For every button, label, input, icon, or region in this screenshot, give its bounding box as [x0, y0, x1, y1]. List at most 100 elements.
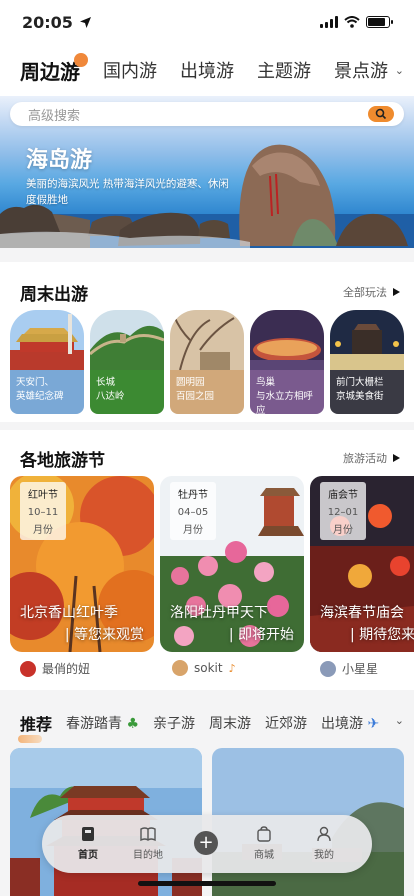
festival-tagline: | 期待您来 — [350, 627, 414, 643]
festival-card[interactable]: 红叶节 10–11 月份 北京香山红叶季 | 等您来观赏 — [10, 476, 154, 652]
weekend-card[interactable]: 天安门、 英雄纪念碑 — [10, 310, 84, 414]
tab-recommend[interactable]: 推荐 — [17, 711, 52, 743]
weekend-card-caption: 鸟巢 与水立方相呼应 — [250, 370, 324, 414]
triangle-right-icon — [393, 288, 400, 296]
nav-profile[interactable]: 我的 — [294, 825, 354, 861]
tab-attractions[interactable]: 景点游 — [334, 57, 388, 83]
tab-theme[interactable]: 主题游 — [257, 57, 311, 83]
tab-outbound[interactable]: 出境游 — [180, 57, 234, 83]
search-icon — [375, 108, 387, 120]
nav-label: 首页 — [78, 850, 98, 861]
tab-label: 周边游 — [20, 59, 80, 84]
location-arrow-icon — [79, 16, 91, 28]
festival-more-link[interactable]: 旅游活动 — [343, 450, 400, 466]
airplane-icon: ✈ — [367, 716, 380, 732]
card-line2: 百园之园 — [176, 391, 215, 402]
card-line1: 前门大栅栏 — [336, 377, 384, 388]
festival-unit: 月份 — [183, 525, 203, 536]
weekend-card-caption: 长城 八达岭 — [90, 370, 164, 414]
weekend-card-caption: 前门大栅栏 京城美食街 — [330, 370, 404, 414]
festival-date-tag: 红叶节 10–11 月份 — [20, 482, 66, 540]
tiananmen-image — [10, 310, 84, 370]
festival-unit: 月份 — [333, 525, 353, 536]
nav-destination[interactable]: 目的地 — [118, 825, 178, 861]
festival-title: 北京香山红叶季 — [20, 605, 118, 621]
festival-name: 庙会节 — [328, 490, 358, 501]
home-indicator — [138, 881, 276, 886]
weekend-card[interactable]: 前门大栅栏 京城美食街 — [330, 310, 404, 414]
chevron-down-icon[interactable]: ⌄ — [395, 64, 404, 77]
tab-domestic[interactable]: 国内游 — [103, 57, 157, 83]
avatar — [20, 660, 36, 677]
search-button[interactable] — [368, 106, 394, 122]
person-icon — [317, 826, 331, 842]
more-label: 全部玩法 — [343, 286, 387, 299]
yuanmingyuan-image — [170, 310, 244, 370]
tab-family[interactable]: 亲子游 — [153, 713, 195, 733]
festival-section-title: 各地旅游节 — [20, 451, 105, 471]
home-icon — [82, 827, 94, 841]
card-line2: 八达岭 — [96, 391, 125, 402]
battery-icon — [366, 16, 393, 28]
tab-weekend[interactable]: 周末游 — [209, 713, 251, 733]
festival-card[interactable]: 牡丹节 04–05 月份 洛阳牡丹甲天下 | 即将开始 — [160, 476, 304, 652]
festival-dates: 12–01 — [327, 507, 359, 518]
signal-icon — [320, 16, 338, 28]
card-line2: 京城美食街 — [336, 391, 384, 402]
card-line2: 英雄纪念碑 — [16, 391, 64, 402]
bag-icon — [257, 826, 271, 842]
weekend-card[interactable]: 长城 八达岭 — [90, 310, 164, 414]
nav-label: 我的 — [314, 850, 334, 861]
weekend-card-caption: 圆明园 百园之园 — [170, 370, 244, 414]
festival-author[interactable]: 最俏的妞 — [20, 660, 90, 677]
nav-mall[interactable]: 商城 — [234, 825, 294, 861]
festival-tagline: | 等您来观赏 — [64, 627, 144, 643]
qianmen-image — [330, 310, 404, 370]
search-bar[interactable]: 高级搜索 — [10, 102, 404, 126]
festival-date-tag: 庙会节 12–01 月份 — [320, 482, 366, 540]
nav-label: 目的地 — [133, 850, 163, 861]
author-name: sokit — [194, 661, 223, 675]
festival-author[interactable]: sokit ♪ — [172, 660, 236, 676]
tab-nearby[interactable]: 周边游 — [20, 52, 88, 85]
festival-dates: 10–11 — [27, 507, 59, 518]
weekend-card[interactable]: 鸟巢 与水立方相呼应 — [250, 310, 324, 414]
festival-name: 红叶节 — [28, 490, 58, 501]
card-line1: 圆明园 — [176, 377, 205, 388]
chevron-down-icon[interactable]: ⌄ — [395, 714, 404, 727]
card-line1: 鸟巢 — [256, 377, 276, 388]
status-time: 20:05 — [22, 13, 92, 32]
recommend-tabs: 推荐 春游踏青 ♣ 亲子游 周末游 近郊游 出境游 ✈ ⌄ — [0, 706, 414, 743]
top-category-tabs: 周边游 国内游 出境游 主题游 景点游 ⌄ — [0, 44, 414, 96]
tab-abroad[interactable]: 出境游 ✈ — [321, 713, 379, 733]
bottom-navigation: 首页 目的地 + 商城 我的 — [42, 815, 372, 873]
festival-card[interactable]: 庙会节 12–01 月份 海滨春节庙会 | 期待您来 — [310, 476, 414, 652]
avatar — [320, 660, 336, 677]
status-bar: 20:05 — [0, 0, 414, 44]
bell-icon: ♪ — [228, 661, 236, 675]
festival-name: 牡丹节 — [178, 490, 208, 501]
clover-icon: ♣ — [126, 716, 140, 732]
tab-label: 出境游 — [321, 716, 364, 732]
hero-banner[interactable]: 高级搜索 海岛游 美丽的海滨风光 热带海洋风光的避寒、休闲度假胜地 — [0, 96, 414, 248]
card-line1: 天安门、 — [16, 377, 55, 388]
weekend-more-link[interactable]: 全部玩法 — [343, 284, 400, 300]
nav-home[interactable]: 首页 — [58, 825, 118, 861]
tab-spring-outing[interactable]: 春游踏青 ♣ — [66, 713, 139, 733]
add-button[interactable]: + — [194, 831, 218, 855]
great-wall-image — [90, 310, 164, 370]
festival-date-tag: 牡丹节 04–05 月份 — [170, 482, 216, 540]
festival-title: 海滨春节庙会 — [320, 605, 404, 621]
card-line2: 与水立方相呼应 — [256, 391, 314, 414]
festival-author[interactable]: 小星星 — [320, 660, 378, 677]
tab-suburban[interactable]: 近郊游 — [265, 713, 307, 733]
hero-subtitle: 美丽的海滨风光 热带海洋风光的避寒、休闲度假胜地 — [26, 178, 229, 206]
avatar — [172, 660, 188, 676]
festival-tagline: | 即将开始 — [228, 627, 294, 643]
author-name: 最俏的妞 — [42, 662, 91, 676]
weekend-card[interactable]: 圆明园 百园之园 — [170, 310, 244, 414]
more-label: 旅游活动 — [343, 452, 387, 465]
birds-nest-image — [250, 310, 324, 370]
hero-title: 海岛游 — [26, 148, 93, 173]
card-line1: 长城 — [96, 377, 116, 388]
